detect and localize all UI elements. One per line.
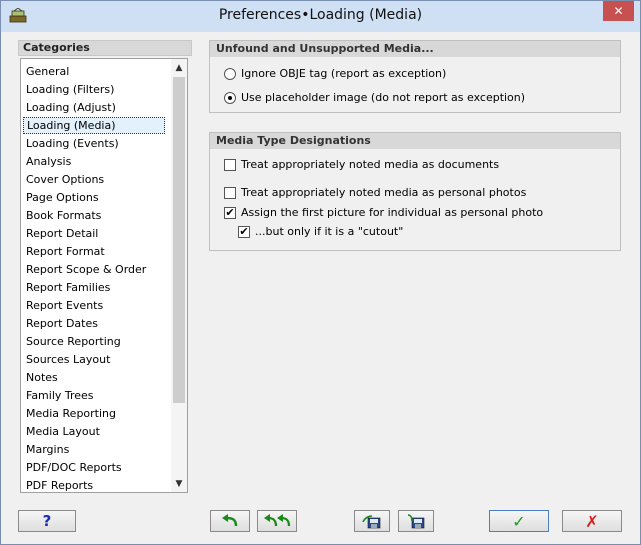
- category-item[interactable]: Notes: [23, 369, 165, 386]
- ok-button[interactable]: ✓: [489, 510, 549, 532]
- ignore-obje-label: Ignore OBJE tag (report as exception): [241, 67, 447, 80]
- category-item[interactable]: Report Format: [23, 243, 165, 260]
- media-type-group: Media Type Designations Treat appropriat…: [209, 132, 621, 251]
- use-placeholder-label: Use placeholder image (do not report as …: [241, 91, 526, 104]
- preferences-window: Preferences•Loading (Media) ✕ Categories…: [0, 0, 641, 545]
- category-item[interactable]: Media Layout: [23, 423, 165, 440]
- category-item[interactable]: Cover Options: [23, 171, 165, 188]
- cancel-button[interactable]: ✗: [562, 510, 622, 532]
- double-undo-arrow-icon: [264, 514, 291, 527]
- use-placeholder-radio[interactable]: [224, 91, 236, 104]
- category-item[interactable]: Report Scope & Order: [23, 261, 165, 278]
- unfound-media-group: Unfound and Unsupported Media... Ignore …: [209, 40, 621, 113]
- category-item[interactable]: Sources Layout: [23, 351, 165, 368]
- scroll-thumb[interactable]: [173, 77, 185, 403]
- help-icon: ?: [42, 512, 52, 530]
- category-item[interactable]: Media Reporting: [23, 405, 165, 422]
- undo-button[interactable]: [210, 510, 250, 532]
- media-type-header: Media Type Designations: [210, 133, 620, 149]
- category-item[interactable]: PDF Reports: [23, 477, 165, 492]
- media-as-photos-checkbox[interactable]: [224, 186, 236, 199]
- category-item[interactable]: Margins: [23, 441, 165, 458]
- window-title: Preferences•Loading (Media): [218, 7, 423, 23]
- floppy-load-icon: [407, 514, 425, 529]
- categories-list[interactable]: PDF Reports PDF/DOC Reports Margins Media L…: [20, 58, 188, 493]
- category-item[interactable]: Book Formats: [23, 207, 165, 224]
- category-item[interactable]: Loading (Filters): [23, 81, 165, 98]
- category-item[interactable]: Family Trees: [23, 387, 165, 404]
- media-as-photos-label: Treat appropriately noted media as perso…: [241, 186, 527, 199]
- undo-all-button[interactable]: [257, 510, 297, 532]
- cutout-only-option[interactable]: ✔ ...but only if it is a "cutout": [238, 225, 403, 238]
- scroll-up-icon[interactable]: ▲: [171, 59, 187, 76]
- category-item[interactable]: Loading (Media): [23, 117, 165, 134]
- first-picture-option[interactable]: ✔ Assign the first picture for individua…: [224, 206, 543, 219]
- cross-icon: ✗: [585, 511, 599, 531]
- scroll-down-icon[interactable]: ▼: [171, 475, 187, 492]
- media-as-documents-checkbox[interactable]: [224, 158, 236, 171]
- help-button[interactable]: ?: [18, 510, 76, 532]
- category-item[interactable]: Report Families: [23, 279, 165, 296]
- title-bar[interactable]: Preferences•Loading (Media) ✕: [1, 1, 640, 32]
- ignore-obje-radio[interactable]: [224, 67, 236, 80]
- media-as-documents-option[interactable]: Treat appropriately noted media as docum…: [224, 158, 499, 171]
- category-item[interactable]: Report Dates: [23, 315, 165, 332]
- category-item[interactable]: Report Events: [23, 297, 165, 314]
- category-item[interactable]: General: [23, 63, 165, 80]
- ignore-obje-option[interactable]: Ignore OBJE tag (report as exception): [224, 67, 446, 80]
- category-item[interactable]: Page Options: [23, 189, 165, 206]
- floppy-save-icon: [362, 515, 381, 529]
- checkmark-icon: ✓: [512, 511, 526, 531]
- categories-scrollbar[interactable]: ▲ ▼: [171, 59, 187, 492]
- media-as-photos-option[interactable]: Treat appropriately noted media as perso…: [224, 186, 526, 199]
- category-item[interactable]: Analysis: [23, 153, 165, 170]
- categories-header: Categories: [18, 40, 192, 56]
- media-as-documents-label: Treat appropriately noted media as docum…: [241, 158, 500, 171]
- cutout-only-label: ...but only if it is a "cutout": [255, 225, 404, 238]
- first-picture-label: Assign the first picture for individual …: [241, 206, 544, 219]
- undo-arrow-icon: [222, 514, 238, 527]
- unfound-media-header: Unfound and Unsupported Media...: [210, 41, 620, 57]
- category-item[interactable]: Loading (Events): [23, 135, 165, 152]
- category-item[interactable]: PDF/DOC Reports: [23, 459, 165, 476]
- close-button[interactable]: ✕: [603, 1, 634, 21]
- save-settings-button[interactable]: [354, 510, 390, 532]
- use-placeholder-option[interactable]: Use placeholder image (do not report as …: [224, 91, 525, 104]
- cutout-only-checkbox[interactable]: ✔: [238, 225, 250, 238]
- close-icon: ✕: [613, 4, 624, 18]
- category-item[interactable]: Report Detail: [23, 225, 165, 242]
- category-item[interactable]: Source Reporting: [23, 333, 165, 350]
- first-picture-checkbox[interactable]: ✔: [224, 206, 236, 219]
- load-settings-button[interactable]: [398, 510, 434, 532]
- category-item[interactable]: Loading (Adjust): [23, 99, 165, 116]
